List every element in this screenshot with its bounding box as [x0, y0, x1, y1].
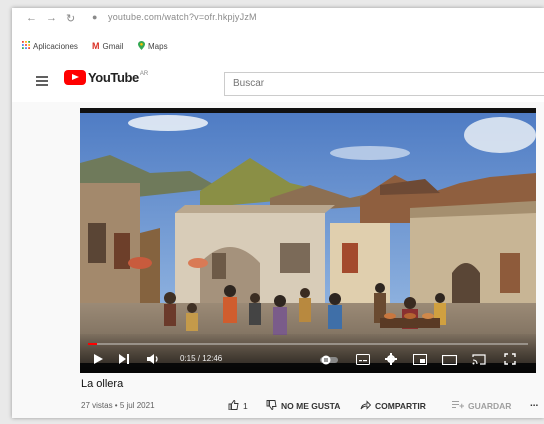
logo-text: YouTube	[88, 70, 139, 85]
share-label: COMPARTIR	[375, 401, 426, 411]
like-count: 1	[243, 401, 248, 411]
dislike-button[interactable]: NO ME GUSTA	[266, 400, 340, 412]
subtitles-icon[interactable]	[356, 352, 370, 370]
bookmark-maps[interactable]: Maps	[138, 41, 168, 52]
settings-gear-icon[interactable]	[385, 352, 397, 370]
fullscreen-icon[interactable]	[504, 352, 516, 370]
lock-icon: ●	[92, 12, 98, 22]
volume-icon[interactable]	[146, 352, 159, 370]
youtube-header: YouTube AR	[12, 58, 544, 102]
logo-region: AR	[139, 70, 149, 77]
apps-grid-icon	[22, 41, 30, 51]
next-icon[interactable]	[118, 352, 130, 370]
youtube-logo[interactable]: YouTube AR	[64, 70, 148, 85]
cast-icon[interactable]	[472, 352, 486, 370]
player-controls: 0:15 / 12:46	[80, 334, 536, 373]
gmail-icon: M	[92, 41, 100, 51]
browser-topbar: ← → ↻ ● youtube.com/watch?v=ofr.hkpjyJzM	[12, 8, 544, 36]
search-input[interactable]	[225, 73, 541, 94]
play-icon[interactable]	[92, 352, 104, 370]
dislike-label: NO ME GUSTA	[281, 401, 341, 411]
forward-arrow-icon[interactable]: →	[46, 12, 57, 24]
autoplay-toggle-icon[interactable]	[320, 352, 338, 370]
search-box[interactable]	[224, 72, 544, 96]
youtube-play-logo-icon	[64, 70, 86, 85]
bookmark-label: Maps	[148, 42, 168, 51]
save-button[interactable]: GUARDAR	[452, 400, 511, 411]
maps-pin-icon	[138, 41, 145, 52]
time-display: 0:15 / 12:46	[180, 354, 223, 363]
reload-icon[interactable]: ↻	[66, 12, 75, 25]
playlist-add-icon	[452, 400, 464, 411]
bookmark-label: Aplicaciones	[33, 41, 78, 51]
browser-window: ← → ↻ ● youtube.com/watch?v=ofr.hkpjyJzM…	[12, 8, 544, 418]
address-bar[interactable]: youtube.com/watch?v=ofr.hkpjyJzM	[108, 12, 257, 22]
share-arrow-icon	[360, 400, 372, 412]
share-button[interactable]: COMPARTIR	[360, 400, 426, 412]
save-label: GUARDAR	[468, 400, 512, 411]
bookmark-apps[interactable]: Aplicaciones	[22, 41, 78, 51]
bookmark-label: Gmail	[102, 41, 124, 51]
back-arrow-icon[interactable]: ←	[26, 12, 37, 24]
thumbs-up-icon	[228, 400, 239, 412]
video-player[interactable]: 0:15 / 12:46	[80, 108, 536, 373]
progress-bar[interactable]	[88, 343, 528, 345]
like-button[interactable]: 1	[228, 400, 248, 412]
progress-bar-fill	[88, 343, 97, 345]
more-actions-button[interactable]: ...	[530, 398, 538, 409]
bookmarks-bar: Aplicaciones M Gmail Maps	[12, 36, 544, 59]
video-meta: 27 vistas • 5 jul 2021	[81, 401, 155, 410]
menu-icon[interactable]	[36, 76, 48, 86]
thumbs-down-icon	[266, 400, 277, 412]
theater-mode-icon[interactable]	[441, 352, 458, 370]
video-frame	[80, 113, 536, 363]
bookmark-gmail[interactable]: M Gmail	[92, 41, 123, 51]
video-title: La ollera	[81, 378, 124, 390]
miniplayer-icon[interactable]	[413, 352, 427, 370]
